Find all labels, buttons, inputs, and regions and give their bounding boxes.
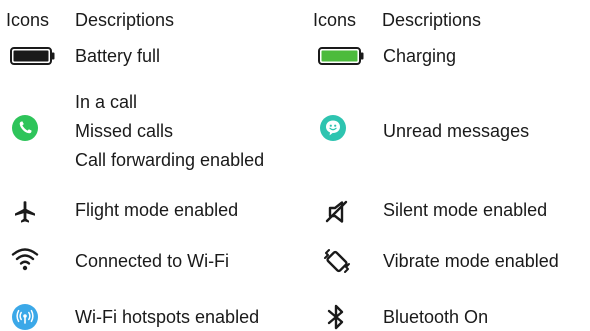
vibrate-mode-label: Vibrate mode enabled	[383, 251, 559, 271]
phone-icon	[11, 114, 39, 142]
call-line-forwarding: Call forwarding enabled	[75, 150, 265, 170]
battery-full-label: Battery full	[75, 46, 161, 66]
silent-mode-label: Silent mode enabled	[383, 200, 548, 220]
wifi-icon	[11, 246, 39, 272]
airplane-icon	[11, 198, 39, 226]
call-line-in-call: In a call	[75, 92, 138, 112]
battery-full-icon	[10, 45, 56, 67]
bluetooth-icon	[324, 303, 348, 331]
header-descriptions-right: Descriptions	[382, 10, 482, 30]
message-smiley-icon	[319, 114, 347, 142]
wifi-label: Connected to Wi-Fi	[75, 251, 230, 271]
speaker-muted-icon	[323, 198, 351, 226]
battery-charging-icon	[318, 45, 366, 67]
bluetooth-label: Bluetooth On	[383, 307, 489, 327]
flight-mode-label: Flight mode enabled	[75, 200, 239, 220]
unread-messages-label: Unread messages	[383, 121, 530, 141]
header-icons-right: Icons	[313, 10, 357, 30]
hotspot-label: Wi-Fi hotspots enabled	[75, 307, 260, 327]
hotspot-icon	[11, 303, 39, 331]
charging-label: Charging	[383, 46, 457, 66]
call-line-missed: Missed calls	[75, 121, 174, 141]
header-icons-left: Icons	[6, 10, 50, 30]
vibrate-icon	[322, 246, 352, 276]
header-descriptions-left: Descriptions	[75, 10, 175, 30]
